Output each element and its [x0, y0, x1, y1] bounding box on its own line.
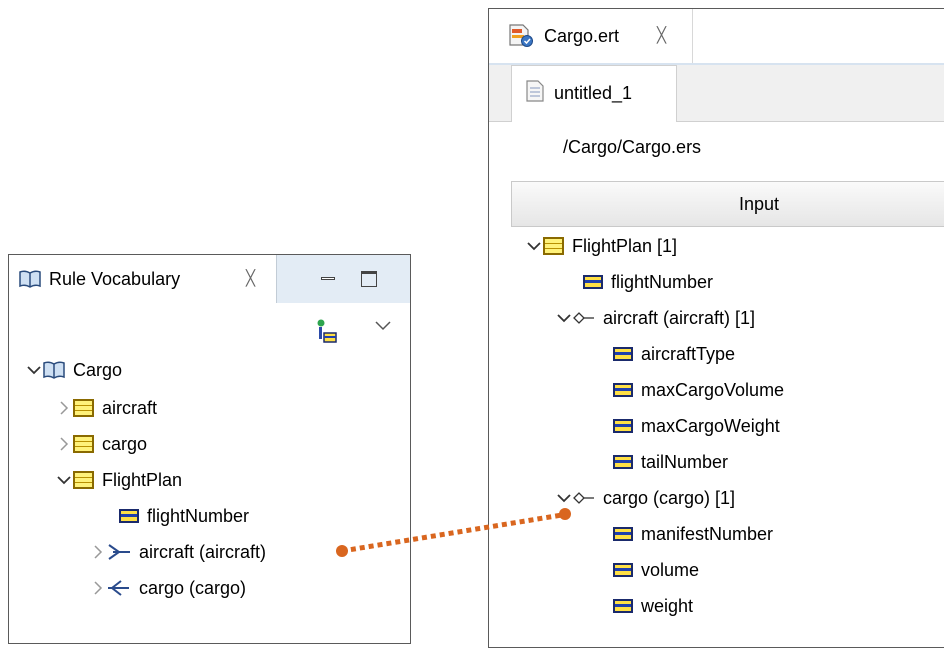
testsheet-tab-bar: untitled_1 [489, 65, 944, 122]
tree-item-cargo[interactable]: Cargo [25, 355, 122, 385]
attribute-icon [613, 383, 633, 397]
tree-item-maxcargoweight[interactable]: maxCargoWeight [613, 411, 780, 441]
attribute-icon [613, 527, 633, 541]
tree-item-label: aircraft (aircraft) [1] [603, 307, 756, 328]
tree-item-aircraft-association[interactable]: aircraft (aircraft) [1] [555, 303, 755, 333]
attribute-icon [613, 347, 633, 361]
entity-icon [543, 237, 564, 255]
tree-item-label: aircraftType [641, 343, 736, 364]
ruletest-editor: Cargo.ert ╳ untitled_1 /Cargo/Cargo.ers … [488, 8, 944, 648]
association-many-to-one-icon [107, 543, 131, 561]
tree-item-label: maxCargoWeight [641, 415, 780, 436]
maximize-icon[interactable] [361, 271, 377, 287]
document-icon [526, 80, 544, 102]
tree-item-label: FlightPlan [102, 469, 183, 490]
attribute-icon [583, 275, 603, 289]
tree-item-aircraft-association[interactable]: aircraft (aircraft) [89, 537, 266, 567]
association-diamond-icon [573, 308, 595, 329]
attribute-icon [613, 419, 633, 433]
tree-item-label: cargo (cargo) [139, 577, 247, 598]
attribute-icon [613, 563, 633, 577]
tree-item-volume[interactable]: volume [613, 555, 699, 585]
tab-cargo-ert[interactable]: Cargo.ert ╳ [489, 9, 693, 63]
tab-untitled-1[interactable]: untitled_1 [511, 65, 677, 122]
tree-item-cargo-association[interactable]: cargo (cargo) [1] [555, 483, 735, 513]
input-header-label: Input [739, 194, 780, 214]
association-one-to-many-icon [107, 579, 131, 597]
tree-item-flightnumber[interactable]: flightNumber [119, 501, 249, 531]
vocabulary-path[interactable]: /Cargo/Cargo.ers [563, 137, 701, 158]
view-menu-icon[interactable] [375, 321, 391, 331]
chevron-right-icon[interactable] [55, 401, 73, 415]
chevron-down-icon[interactable] [25, 365, 43, 375]
tab-title: Cargo.ert [544, 26, 620, 46]
vocab-tab-bar: Rule Vocabulary ╳ [9, 255, 410, 303]
ruletest-file-icon [509, 24, 533, 47]
chevron-right-icon[interactable] [89, 581, 107, 595]
add-to-model-icon[interactable] [315, 319, 337, 345]
tree-item-aircraft[interactable]: aircraft [55, 393, 157, 423]
tree-item-label: tailNumber [641, 451, 729, 472]
entity-icon [73, 471, 94, 489]
tree-item-maxcargovolume[interactable]: maxCargoVolume [613, 375, 784, 405]
chevron-right-icon[interactable] [89, 545, 107, 559]
input-column-header[interactable]: Input [511, 181, 944, 227]
tree-item-cargo-entity[interactable]: cargo [55, 429, 147, 459]
tree-item-aircrafttype[interactable]: aircraftType [613, 339, 735, 369]
tree-item-flightnumber[interactable]: flightNumber [583, 267, 713, 297]
tree-item-manifestnumber[interactable]: manifestNumber [613, 519, 773, 549]
tab-rule-vocabulary[interactable]: Rule Vocabulary ╳ [9, 255, 277, 303]
minimize-icon[interactable] [321, 277, 335, 280]
entity-icon [73, 399, 94, 417]
tab-title: untitled_1 [554, 83, 633, 103]
tree-item-cargo-association[interactable]: cargo (cargo) [89, 573, 246, 603]
tree-item-label: Cargo [73, 359, 123, 380]
vocabulary-book-icon [43, 361, 65, 379]
close-tab-icon[interactable]: ╳ [657, 26, 666, 44]
tree-item-label: flightNumber [147, 505, 250, 526]
chevron-down-icon[interactable] [555, 493, 573, 503]
tree-item-tailnumber[interactable]: tailNumber [613, 447, 728, 477]
chevron-right-icon[interactable] [55, 437, 73, 451]
tree-item-label: aircraft (aircraft) [139, 541, 267, 562]
chevron-down-icon[interactable] [555, 313, 573, 323]
attribute-icon [613, 455, 633, 469]
attribute-icon [119, 509, 139, 523]
association-diamond-icon [573, 488, 595, 509]
tree-item-label: weight [641, 595, 694, 616]
tree-item-flightplan[interactable]: FlightPlan [1] [525, 231, 677, 261]
tree-item-label: FlightPlan [1] [572, 235, 678, 256]
close-tab-icon[interactable]: ╳ [246, 269, 255, 287]
tree-item-weight[interactable]: weight [613, 591, 693, 621]
vocabulary-book-icon [19, 270, 41, 288]
chevron-down-icon[interactable] [525, 241, 543, 251]
tree-item-label: cargo [102, 433, 148, 454]
tree-item-label: maxCargoVolume [641, 379, 785, 400]
tree-item-label: manifestNumber [641, 523, 774, 544]
attribute-icon [613, 599, 633, 613]
tree-item-flightplan[interactable]: FlightPlan [55, 465, 182, 495]
entity-icon [73, 435, 94, 453]
tree-item-label: flightNumber [611, 271, 714, 292]
tab-title: Rule Vocabulary [49, 269, 181, 289]
editor-tab-bar: Cargo.ert ╳ [489, 9, 944, 63]
tree-item-label: cargo (cargo) [1] [603, 487, 736, 508]
rule-vocabulary-view: Rule Vocabulary ╳ Cargo aircraft cargo F… [8, 254, 411, 644]
tree-item-label: volume [641, 559, 700, 580]
tree-item-label: aircraft [102, 397, 158, 418]
chevron-down-icon[interactable] [55, 475, 73, 485]
